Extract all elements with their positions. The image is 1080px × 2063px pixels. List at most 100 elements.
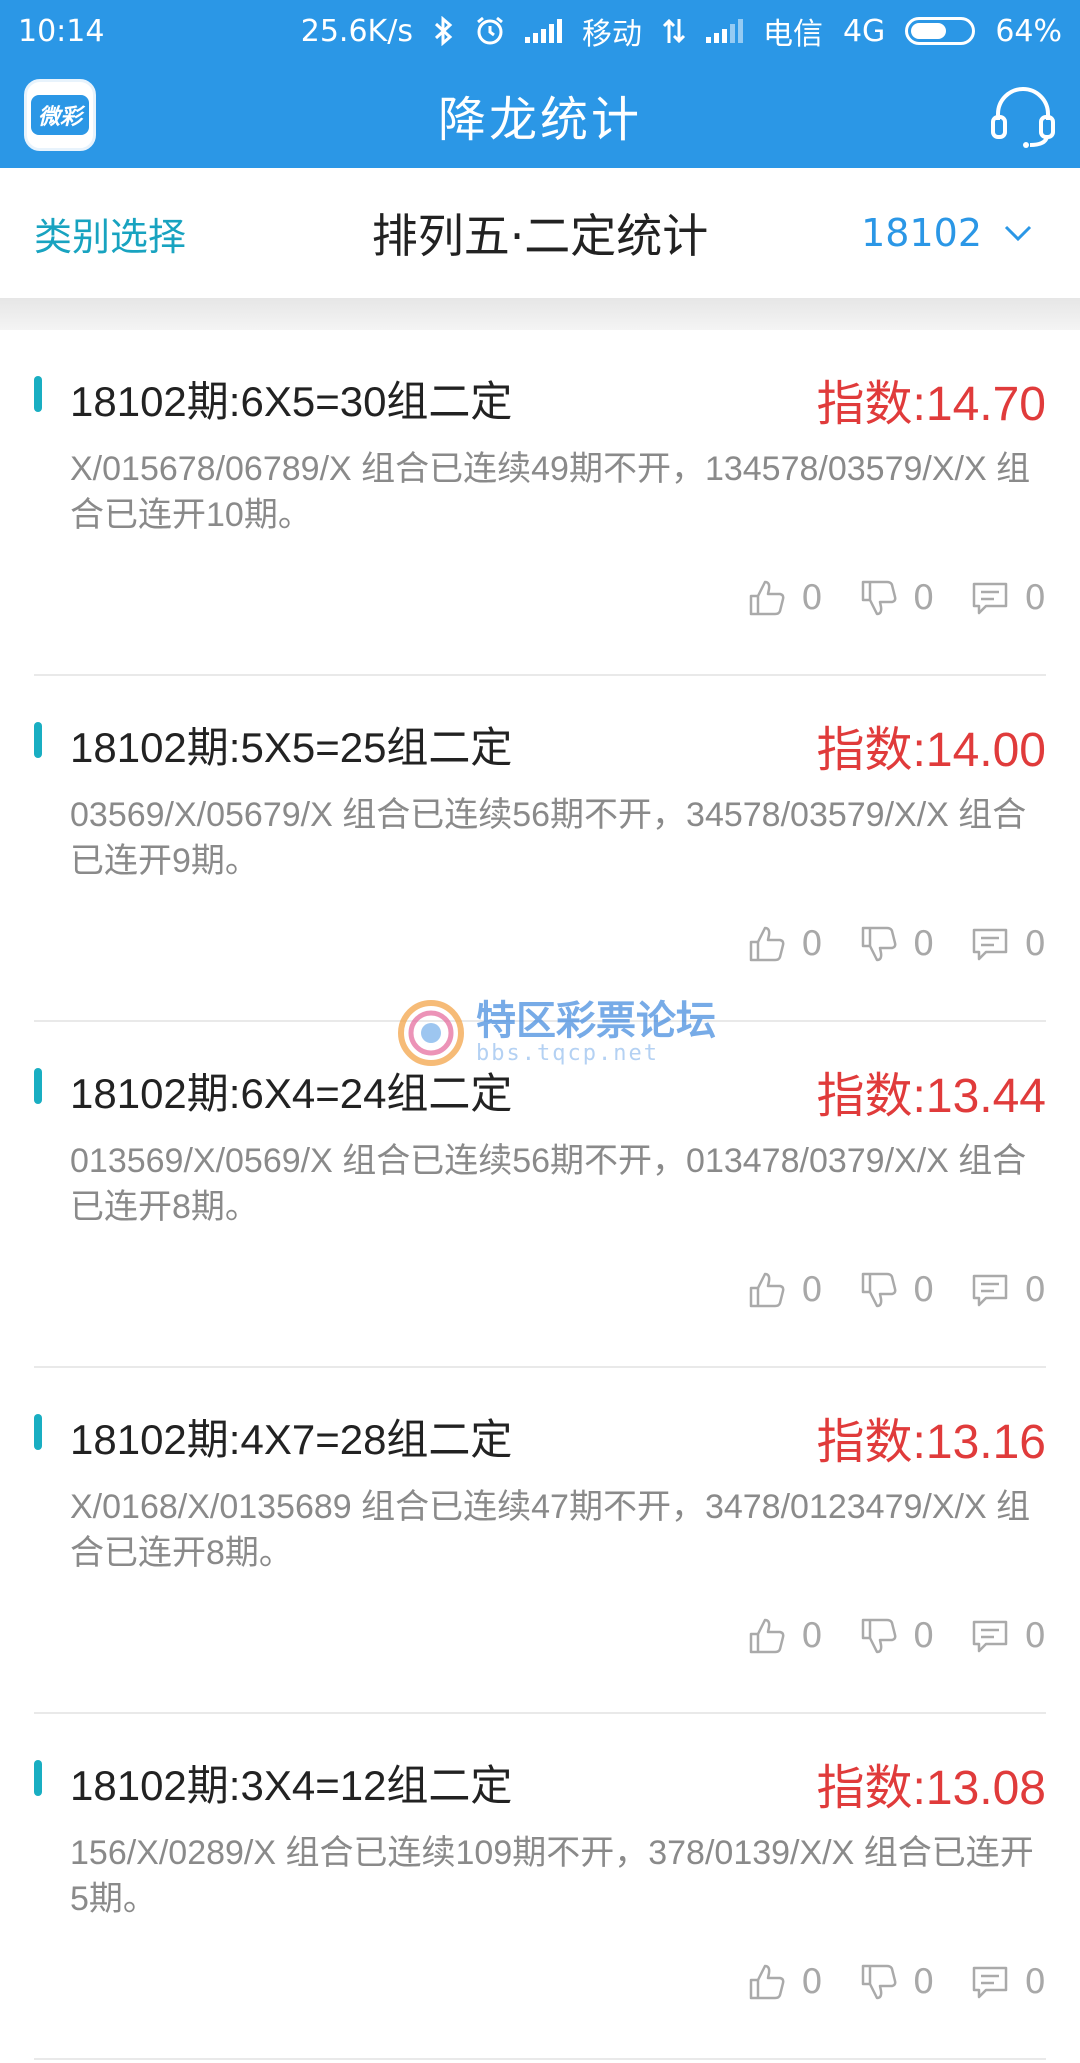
comment-icon <box>973 928 1008 961</box>
filter-bar: 类别选择 排列五·二定统计 18102 <box>0 168 1080 298</box>
data-transfer-icon <box>662 18 686 44</box>
dislike-button[interactable]: 0 <box>859 924 935 964</box>
status-right: 25.6K/s 移动 电信 4G 64% <box>301 9 1062 53</box>
comment-button[interactable]: 0 <box>970 578 1046 618</box>
dislike-button[interactable]: 0 <box>859 1962 935 2002</box>
item-description: 013569/X/0569/X 组合已连续56期不开，013478/0379/X… <box>70 1142 1027 1226</box>
item-description: 156/X/0289/X 组合已连续109期不开，378/0139/X/X 组合… <box>70 1834 1034 1918</box>
comment-count: 0 <box>1024 1270 1046 1310</box>
item-description: X/015678/06789/X 组合已连续49期不开，134578/03579… <box>70 450 1031 534</box>
battery-fill <box>911 23 947 39</box>
comment-count: 0 <box>1024 924 1046 964</box>
issue-number: 18102 <box>861 211 982 255</box>
item-title: 18102期:4X7=28组二定 <box>70 1416 513 1463</box>
battery-icon <box>905 17 976 45</box>
thumbs-down-icon <box>861 926 897 962</box>
bluetooth-icon <box>434 16 453 46</box>
watermark-url: bbs.tqcp.net <box>476 1040 659 1066</box>
alarm-icon <box>477 16 503 45</box>
item-title: 18102期:5X5=25组二定 <box>70 724 513 771</box>
dislike-button[interactable]: 0 <box>859 1616 935 1656</box>
list-item[interactable]: 18102期:5X5=25组二定 指数:14.00 03569/X/05679/… <box>34 676 1046 1022</box>
issue-select[interactable]: 18102 <box>861 211 1032 255</box>
item-title: 18102期:3X4=12组二定 <box>70 1762 513 1809</box>
watermark: 特区彩票论坛 bbs.tqcp.net <box>396 998 716 1068</box>
like-count: 0 <box>801 1270 823 1310</box>
like-count: 0 <box>801 1616 823 1656</box>
item-marker <box>34 722 42 758</box>
divider-band <box>0 298 1080 330</box>
dislike-button[interactable]: 0 <box>859 578 935 618</box>
like-button[interactable]: 0 <box>747 1616 823 1656</box>
like-button[interactable]: 0 <box>747 1270 823 1310</box>
thumbs-up-icon <box>749 1964 785 2000</box>
comment-icon <box>973 1274 1008 1307</box>
item-marker <box>34 1068 42 1104</box>
like-button[interactable]: 0 <box>747 924 823 964</box>
thumbs-down-icon <box>861 1964 897 2000</box>
comment-count: 0 <box>1024 578 1046 618</box>
item-title: 18102期:6X4=24组二定 <box>70 1070 513 1117</box>
list-item[interactable]: 18102期:3X4=12组二定 指数:13.08 156/X/0289/X 组… <box>34 1714 1046 2060</box>
stat-list: 18102期:6X5=30组二定 指数:14.70 X/015678/06789… <box>0 330 1080 2060</box>
status-time: 10:14 <box>18 13 105 49</box>
dislike-count: 0 <box>912 578 935 618</box>
item-index: 指数:14.00 <box>816 724 1046 777</box>
comment-icon <box>973 1620 1008 1653</box>
item-marker <box>34 1414 42 1450</box>
dislike-button[interactable]: 0 <box>859 1270 935 1310</box>
item-title: 18102期:6X5=30组二定 <box>70 378 513 425</box>
list-item[interactable]: 18102期:6X5=30组二定 指数:14.70 X/015678/06789… <box>34 330 1046 676</box>
watermark-text-block: 特区彩票论坛 bbs.tqcp.net <box>476 1001 716 1066</box>
comment-button[interactable]: 0 <box>970 1270 1046 1310</box>
thumbs-down-icon <box>861 580 897 616</box>
battery-percent: 64% <box>995 13 1062 49</box>
watermark-text: 特区彩票论坛 <box>476 997 716 1044</box>
item-actions: 0 0 0 <box>747 1616 1046 1656</box>
like-count: 0 <box>801 924 823 964</box>
status-bar: 10:14 25.6K/s 移动 电信 4G 64% <box>0 0 1080 62</box>
list-item[interactable]: 18102期:6X4=24组二定 指数:13.44 013569/X/0569/… <box>34 1022 1046 1368</box>
dislike-count: 0 <box>912 1962 935 2002</box>
network-speed: 25.6K/s <box>300 13 413 49</box>
app-bar: 微彩 降龙统计 <box>0 62 1080 168</box>
item-actions: 0 0 0 <box>747 578 1046 618</box>
item-marker <box>34 376 42 412</box>
dislike-count: 0 <box>912 1616 935 1656</box>
item-actions: 0 0 0 <box>747 1962 1046 2002</box>
item-actions: 0 0 0 <box>747 924 1046 964</box>
app-logo[interactable]: 微彩 <box>24 79 96 151</box>
watermark-logo-icon <box>398 1000 464 1066</box>
carrier-2: 电信 <box>762 17 823 52</box>
dislike-count: 0 <box>912 1270 935 1310</box>
comment-button[interactable]: 0 <box>970 924 1046 964</box>
item-index: 指数:13.08 <box>816 1762 1046 1815</box>
comment-icon <box>973 1966 1008 1999</box>
thumbs-up-icon <box>749 1272 785 1308</box>
comment-icon <box>973 582 1008 615</box>
list-item[interactable]: 18102期:4X7=28组二定 指数:13.16 X/0168/X/01356… <box>34 1368 1046 1714</box>
item-marker <box>34 1760 42 1796</box>
comment-button[interactable]: 0 <box>970 1616 1046 1656</box>
like-button[interactable]: 0 <box>747 1962 823 2002</box>
thumbs-up-icon <box>749 580 785 616</box>
app-logo-text: 微彩 <box>31 95 89 135</box>
item-actions: 0 0 0 <box>747 1270 1046 1310</box>
comment-count: 0 <box>1024 1962 1046 2002</box>
chevron-down-icon <box>1004 225 1032 242</box>
comment-button[interactable]: 0 <box>970 1962 1046 2002</box>
like-count: 0 <box>801 578 823 618</box>
network-type: 4G <box>842 13 886 49</box>
thumbs-down-icon <box>861 1272 897 1308</box>
like-button[interactable]: 0 <box>747 578 823 618</box>
thumbs-up-icon <box>749 1618 785 1654</box>
page-title: 降龙统计 <box>437 92 642 148</box>
signal-icon <box>524 19 562 43</box>
item-description: X/0168/X/0135689 组合已连续47期不开，3478/0123479… <box>70 1488 1031 1572</box>
thumbs-down-icon <box>861 1618 897 1654</box>
item-index: 指数:13.44 <box>816 1070 1046 1123</box>
carrier-1: 移动 <box>581 17 642 52</box>
headset-icon[interactable] <box>990 84 1056 148</box>
dislike-count: 0 <box>912 924 935 964</box>
thumbs-up-icon <box>749 926 785 962</box>
